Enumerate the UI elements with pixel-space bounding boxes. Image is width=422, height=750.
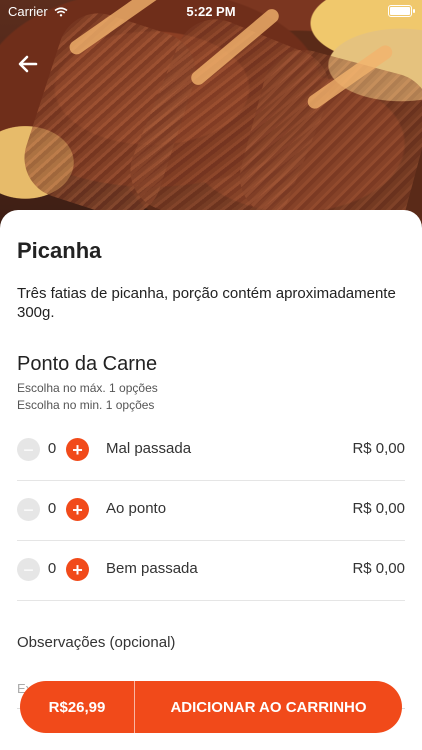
- minus-icon: −: [23, 559, 34, 580]
- option-label: Ao ponto: [106, 500, 167, 517]
- increment-button[interactable]: +: [66, 498, 89, 521]
- option-price: R$ 0,00: [352, 560, 405, 577]
- option-price: R$ 0,00: [352, 440, 405, 457]
- add-to-cart-label: ADICIONAR AO CARRINHO: [170, 698, 367, 716]
- minus-icon: −: [23, 499, 34, 520]
- cart-total-price: R$26,99: [20, 681, 135, 733]
- plus-icon: +: [72, 439, 83, 460]
- notes-label: Observações (opcional): [17, 634, 176, 651]
- product-title: Picanha: [17, 238, 102, 263]
- product-details-sheet: Picanha Três fatias de picanha, porção c…: [0, 210, 422, 750]
- product-description: Três fatias de picanha, porção contém ap…: [17, 285, 396, 321]
- option-quantity: 0: [47, 440, 57, 457]
- options-section-title: Ponto da Carne: [17, 353, 158, 375]
- option-quantity: 0: [47, 560, 57, 577]
- battery-icon: [388, 5, 415, 17]
- product-hero-image: [0, 0, 422, 232]
- arrow-left-icon: [18, 55, 38, 73]
- back-button[interactable]: [14, 50, 42, 78]
- option-price: R$ 0,00: [352, 500, 405, 517]
- option-label: Bem passada: [106, 560, 198, 577]
- minus-icon: −: [23, 439, 34, 460]
- option-row: − 0 + Mal passada R$ 0,00: [17, 420, 405, 481]
- option-quantity: 0: [47, 500, 57, 517]
- decrement-button[interactable]: −: [17, 438, 40, 461]
- increment-button[interactable]: +: [66, 438, 89, 461]
- status-bar: Carrier 5:22 PM: [0, 0, 422, 22]
- increment-button[interactable]: +: [66, 558, 89, 581]
- status-time: 5:22 PM: [186, 4, 236, 19]
- option-row: − 0 + Bem passada R$ 0,00: [17, 540, 405, 601]
- decrement-button[interactable]: −: [17, 498, 40, 521]
- plus-icon: +: [72, 499, 83, 520]
- option-label: Mal passada: [106, 440, 192, 457]
- plus-icon: +: [72, 559, 83, 580]
- decrement-button[interactable]: −: [17, 558, 40, 581]
- add-to-cart-button[interactable]: R$26,99 ADICIONAR AO CARRINHO: [20, 681, 402, 733]
- options-max-rule: Escolha no máx. 1 opções: [17, 381, 158, 395]
- options-min-rule: Escolha no min. 1 opções: [17, 398, 155, 412]
- option-row: − 0 + Ao ponto R$ 0,00: [17, 480, 405, 541]
